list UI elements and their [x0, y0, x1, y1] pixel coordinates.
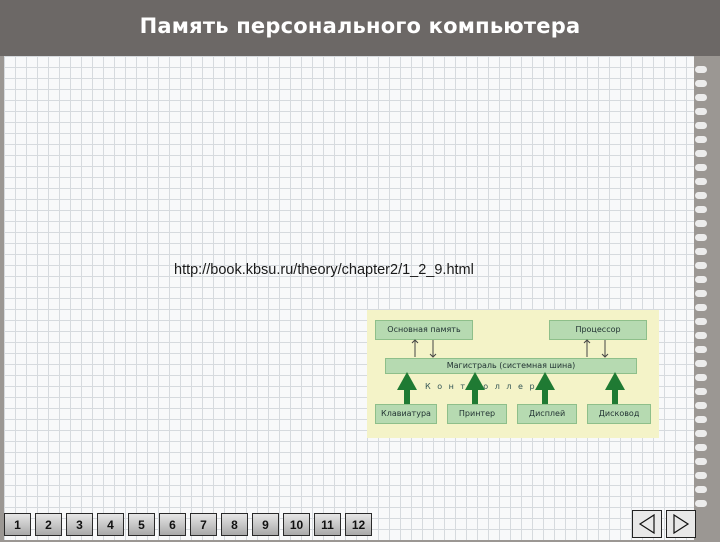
- page-button-1[interactable]: 1: [4, 513, 31, 536]
- page-navigation: 1 2 3 4 5 6 7 8 9 10 11 12: [0, 513, 372, 539]
- page-title: Память персонального компьютера: [139, 14, 581, 38]
- keyboard-box: Клавиатура: [375, 404, 437, 424]
- page-button-7[interactable]: 7: [190, 513, 217, 536]
- triangle-right-icon: [673, 513, 690, 535]
- page-button-6[interactable]: 6: [159, 513, 186, 536]
- source-link[interactable]: http://book.kbsu.ru/theory/chapter2/1_2_…: [174, 262, 474, 278]
- page-button-11[interactable]: 11: [314, 513, 341, 536]
- next-slide-button[interactable]: [666, 510, 696, 538]
- page-button-10[interactable]: 10: [283, 513, 310, 536]
- page-button-8[interactable]: 8: [221, 513, 248, 536]
- page-button-5[interactable]: 5: [128, 513, 155, 536]
- page-button-12[interactable]: 12: [345, 513, 372, 536]
- page-button-3[interactable]: 3: [66, 513, 93, 536]
- triangle-left-icon: [638, 513, 655, 535]
- page-button-4[interactable]: 4: [97, 513, 124, 536]
- notebook-holes: [695, 66, 711, 514]
- graph-paper-background: [4, 56, 694, 540]
- page-button-9[interactable]: 9: [252, 513, 279, 536]
- printer-box: Принтер: [447, 404, 507, 424]
- title-bar: Память персонального компьютера: [0, 0, 720, 56]
- page-button-2[interactable]: 2: [35, 513, 62, 536]
- display-box: Дисплей: [517, 404, 577, 424]
- previous-slide-button[interactable]: [632, 510, 662, 538]
- disk-drive-box: Дисковод: [587, 404, 651, 424]
- computer-architecture-diagram: Основная память Процессор Магистраль (си…: [367, 310, 659, 438]
